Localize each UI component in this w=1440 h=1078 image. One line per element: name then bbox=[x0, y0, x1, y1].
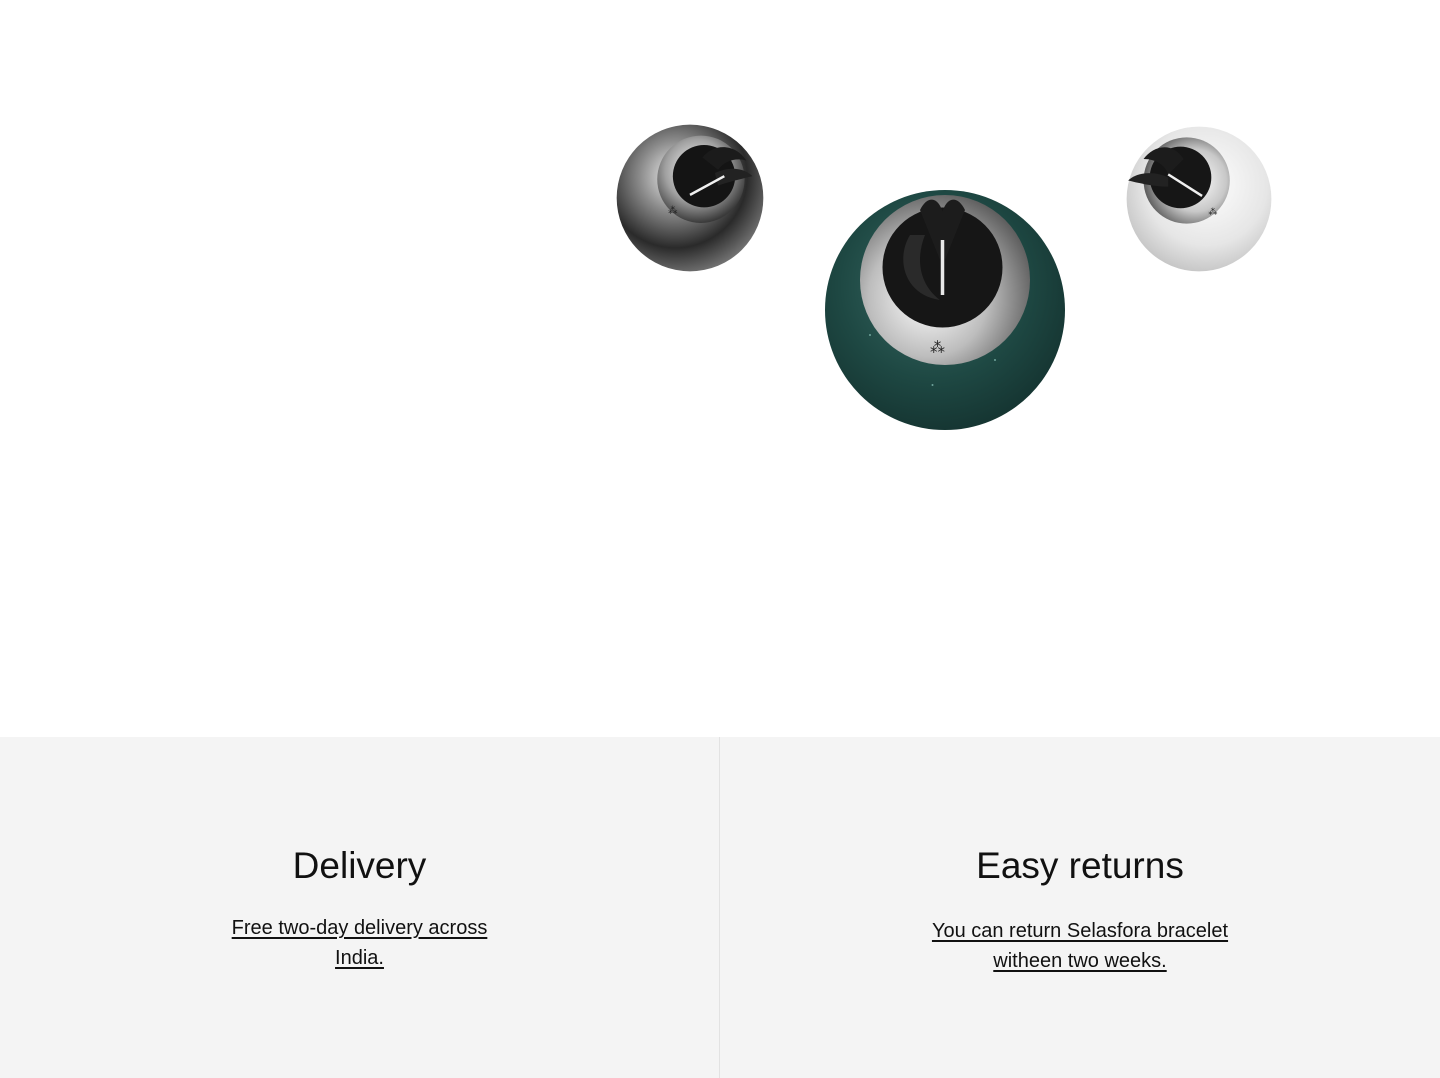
delivery-panel: Delivery Free two-day delivery across In… bbox=[0, 737, 720, 1078]
svg-text:⁂: ⁂ bbox=[668, 206, 678, 217]
svg-text:⁂: ⁂ bbox=[930, 339, 945, 357]
delivery-link[interactable]: Free two-day delivery across India. bbox=[215, 913, 505, 973]
green-stone-bead-image: ⁂ bbox=[820, 185, 1070, 435]
hero-showcase: ⁂ ⁂ ⁂ bbox=[0, 0, 1440, 737]
info-section: Delivery Free two-day delivery across In… bbox=[0, 737, 1440, 1078]
dark-steel-bead-image: ⁂ bbox=[612, 120, 768, 276]
returns-panel: Easy returns You can return Selasfora br… bbox=[720, 737, 1440, 1078]
returns-title: Easy returns bbox=[976, 845, 1184, 886]
returns-link[interactable]: You can return Selasfora bracelet withee… bbox=[915, 916, 1245, 976]
svg-text:⁂: ⁂ bbox=[1208, 206, 1217, 217]
silver-bead-image: ⁂ bbox=[1122, 122, 1276, 276]
delivery-title: Delivery bbox=[292, 845, 427, 886]
